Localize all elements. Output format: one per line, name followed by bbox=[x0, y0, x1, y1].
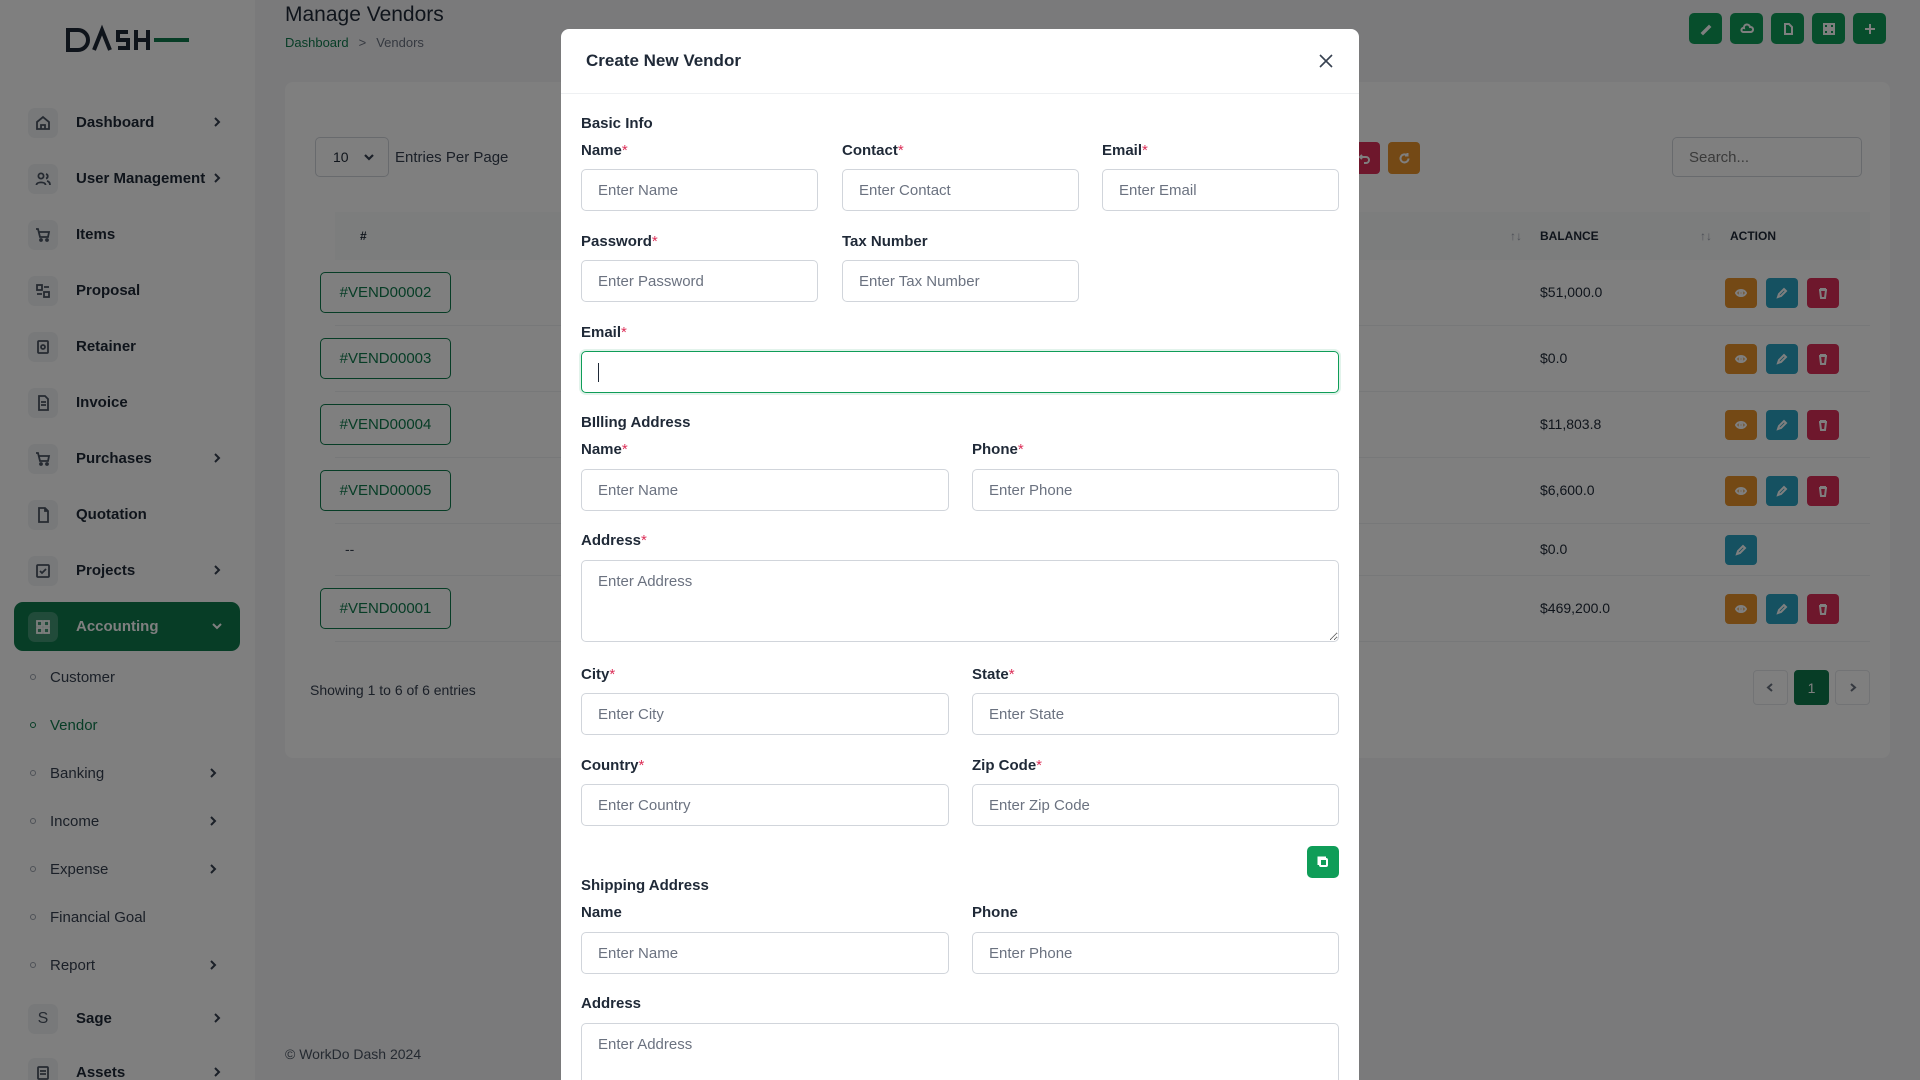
billing-address-heading: BIlling Address bbox=[581, 414, 691, 431]
shipping-name-label: Name bbox=[581, 904, 622, 921]
shipping-phone-label: Phone bbox=[972, 904, 1018, 921]
email-secondary-input[interactable] bbox=[581, 351, 1339, 393]
email-label: Email* bbox=[1102, 142, 1148, 159]
required-mark: * bbox=[621, 142, 628, 159]
required-mark: * bbox=[1036, 757, 1043, 774]
state-label-text: State bbox=[972, 666, 1009, 683]
billing-address-label: Address* bbox=[581, 532, 647, 549]
name-input[interactable] bbox=[581, 169, 818, 211]
required-mark: * bbox=[621, 324, 627, 341]
password-input[interactable] bbox=[581, 260, 818, 302]
name-label: Name* bbox=[581, 142, 628, 159]
shipping-address-textarea[interactable] bbox=[581, 1023, 1339, 1080]
billing-name-input[interactable] bbox=[581, 469, 949, 511]
contact-label-text: Contact bbox=[842, 142, 898, 159]
create-vendor-modal: Create New Vendor Basic Info Name* Conta… bbox=[561, 29, 1359, 1080]
tax-number-label: Tax Number bbox=[842, 233, 928, 250]
billing-phone-input[interactable] bbox=[972, 469, 1339, 511]
country-label-text: Country bbox=[581, 757, 639, 774]
contact-input[interactable] bbox=[842, 169, 1079, 211]
shipping-address-label: Address bbox=[581, 995, 642, 1012]
text-cursor bbox=[598, 363, 599, 382]
zip-code-label: Zip Code* bbox=[972, 757, 1042, 774]
required-mark: * bbox=[641, 532, 647, 549]
country-label: Country* bbox=[581, 757, 644, 774]
tax-number-input[interactable] bbox=[842, 260, 1079, 302]
copy-icon bbox=[1317, 856, 1328, 867]
close-button[interactable] bbox=[1315, 50, 1337, 72]
city-label: City* bbox=[581, 666, 615, 683]
shipping-name-input[interactable] bbox=[581, 932, 949, 974]
password-label-text: Password bbox=[581, 233, 652, 250]
zip-code-input[interactable] bbox=[972, 784, 1339, 826]
copy-billing-address-button[interactable] bbox=[1307, 846, 1339, 878]
close-icon bbox=[1319, 54, 1333, 68]
required-mark: * bbox=[621, 441, 628, 458]
email-secondary-label: Email* bbox=[581, 324, 627, 341]
required-mark: * bbox=[897, 142, 904, 159]
zip-code-label-text: Zip Code bbox=[972, 757, 1037, 774]
city-label-text: City bbox=[581, 666, 610, 683]
required-mark: * bbox=[1142, 142, 1148, 159]
state-input[interactable] bbox=[972, 693, 1339, 735]
name-label-text: Name bbox=[581, 142, 622, 159]
modal-title: Create New Vendor bbox=[586, 51, 741, 70]
billing-name-label: Name* bbox=[581, 441, 628, 458]
city-input[interactable] bbox=[581, 693, 949, 735]
country-input[interactable] bbox=[581, 784, 949, 826]
shipping-address-heading: Shipping Address bbox=[581, 877, 709, 894]
state-label: State* bbox=[972, 666, 1015, 683]
shipping-phone-input[interactable] bbox=[972, 932, 1339, 974]
billing-address-textarea[interactable] bbox=[581, 560, 1339, 642]
required-mark: * bbox=[651, 233, 658, 250]
basic-info-heading: Basic Info bbox=[581, 115, 653, 132]
billing-address-label-text: Address bbox=[581, 532, 642, 549]
contact-label: Contact* bbox=[842, 142, 904, 159]
required-mark: * bbox=[638, 757, 645, 774]
required-mark: * bbox=[1017, 441, 1024, 458]
required-mark: * bbox=[1008, 666, 1015, 683]
email-label-text: Email bbox=[1102, 142, 1143, 159]
modal-header: Create New Vendor bbox=[561, 29, 1359, 94]
password-label: Password* bbox=[581, 233, 658, 250]
required-mark: * bbox=[609, 666, 616, 683]
email-secondary-label-text: Email bbox=[581, 324, 622, 341]
email-input[interactable] bbox=[1102, 169, 1339, 211]
billing-phone-label: Phone* bbox=[972, 441, 1024, 458]
billing-phone-label-text: Phone bbox=[972, 441, 1018, 458]
billing-name-label-text: Name bbox=[581, 441, 622, 458]
